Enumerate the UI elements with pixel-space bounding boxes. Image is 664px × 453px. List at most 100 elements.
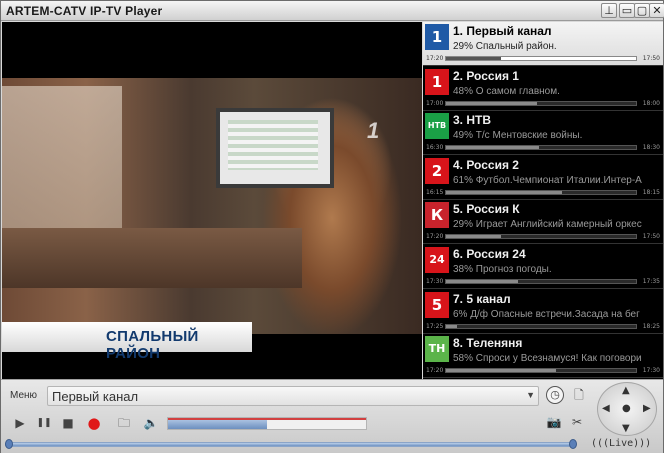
channel-name: 1. Первый канал [453, 24, 552, 38]
channel-name: 3. НТВ [453, 113, 492, 127]
control-panel: Меню Первый канал ▼ ◷ 🗋 ▶ ❚❚ ■ ● 🗀 🔈 📷 ✂… [1, 379, 663, 453]
maximize-button[interactable]: ▢ [634, 3, 650, 18]
close-button[interactable]: ✕ [649, 3, 664, 18]
program-progress-bar [445, 368, 637, 373]
program-progress-bar [445, 324, 637, 329]
channel-item[interactable]: НТВ 3. НТВ 49% Т/с Ментовские войны. 16:30 1… [423, 111, 663, 155]
channel-program: 58% Спроси у Всезнамуся! Как поговори [453, 353, 642, 364]
program-start-time: 16:30 [426, 144, 444, 151]
channel-item[interactable]: 2 4. Россия 2 61% Футбол.Чемпионат Италии.… [423, 156, 663, 200]
channel-program: 29% Спальный район. [453, 41, 557, 52]
program-progress-fill [446, 102, 538, 105]
folder-icon[interactable]: 🗀 [114, 413, 134, 433]
channel-program: 48% О самом главном. [453, 86, 560, 97]
nav-left-icon[interactable]: ◀ [602, 403, 610, 414]
program-start-time: 17:00 [426, 100, 444, 107]
channel-item[interactable]: 5 7. 5 канал 6% Д/ф Опасные встречи.Засада… [423, 290, 663, 334]
channel-program: 29% Играет Английский камерный оркес [453, 219, 642, 230]
channel-item[interactable]: 1 2. Россия 1 48% О самом главном. 17:00 18:… [423, 67, 663, 111]
channel-name: 8. Теленяня [453, 336, 523, 350]
program-end-time: 17:30 [642, 367, 660, 374]
program-progress-bar [445, 190, 637, 195]
channel-program: 61% Футбол.Чемпионат Италии.Интер-А [453, 175, 642, 186]
stop-button[interactable]: ■ [58, 413, 78, 433]
program-progress-bar [445, 145, 637, 150]
program-progress-bar [445, 56, 637, 61]
video-chyron: СПАЛЬНЫЙ РАЙОН [2, 322, 252, 362]
channel-logo-icon: НТВ [425, 113, 449, 139]
program-end-time: 18:15 [642, 189, 660, 196]
channel-item[interactable]: ТН 8. Теленяня 58% Спроси у Всезнамуся! Ка… [423, 334, 663, 378]
pause-button[interactable]: ❚❚ [34, 413, 54, 433]
program-end-time: 17:35 [642, 278, 660, 285]
channel-logo-icon: 2 [425, 158, 449, 184]
channel-name: 5. Россия К [453, 202, 520, 216]
snapshot-icon[interactable]: 📷 [544, 412, 564, 432]
nav-right-icon[interactable]: ▶ [643, 403, 651, 414]
nav-down-icon[interactable]: ▼ [622, 423, 630, 434]
app-window: ARTEM-CATV IP-TV Player ⊥ ▭ ▢ ✕ СПАЛЬНЫЙ… [0, 0, 664, 453]
program-progress-fill [446, 235, 502, 238]
nav-up-icon[interactable]: ▲ [622, 385, 630, 396]
channel-program: 49% Т/с Ментовские войны. [453, 130, 583, 141]
channel-select-value: Первый канал [52, 389, 139, 404]
channel-item[interactable]: 1 1. Первый канал 29% Спальный район. 17:20… [423, 22, 663, 66]
channel-logo-icon: 1 [425, 69, 449, 95]
video-area[interactable]: СПАЛЬНЫЙ РАЙОН 1 [2, 22, 422, 379]
program-start-time: 17:20 [426, 367, 444, 374]
program-progress-fill [446, 280, 519, 283]
program-start-time: 17:20 [426, 55, 444, 62]
settings-tools-icon[interactable]: ✂ [567, 412, 587, 432]
channel-program: 38% Прогноз погоды. [453, 264, 552, 275]
seek-handle-left[interactable] [5, 439, 13, 449]
volume-icon[interactable]: 🔈 [141, 413, 161, 433]
chevron-down-icon: ▼ [526, 390, 535, 400]
channel-list[interactable]: 1 1. Первый канал 29% Спальный район. 17:20… [423, 22, 663, 379]
program-progress-fill [446, 57, 502, 60]
program-progress-bar [445, 101, 637, 106]
video-frame: СПАЛЬНЫЙ РАЙОН 1 [2, 78, 422, 362]
program-start-time: 17:25 [426, 323, 444, 330]
program-end-time: 18:00 [642, 100, 660, 107]
program-progress-fill [446, 191, 562, 194]
channel-item[interactable]: К 5. Россия К 29% Играет Английский камерн… [423, 200, 663, 244]
window-title: ARTEM-CATV IP-TV Player [6, 4, 163, 18]
record-button[interactable]: ● [84, 413, 104, 433]
title-bar[interactable]: ARTEM-CATV IP-TV Player ⊥ ▭ ▢ ✕ [1, 1, 664, 21]
program-progress-bar [445, 279, 637, 284]
program-end-time: 18:25 [642, 323, 660, 330]
program-progress-fill [446, 146, 540, 149]
channel-name: 7. 5 канал [453, 292, 511, 306]
channel-name: 6. Россия 24 [453, 247, 526, 261]
seek-handle-right[interactable] [569, 439, 577, 449]
seek-bar[interactable] [5, 442, 575, 447]
channel-logo-icon: 24 [425, 247, 449, 273]
live-indicator[interactable]: (((Live))) [591, 438, 651, 449]
channel-logo-icon: К [425, 202, 449, 228]
channel-item[interactable]: 24 6. Россия 24 38% Прогноз погоды. 17:30 17… [423, 245, 663, 289]
program-end-time: 18:30 [642, 144, 660, 151]
chyron-text: СПАЛЬНЫЙ РАЙОН [106, 328, 199, 362]
program-progress-bar [445, 234, 637, 239]
channel-select[interactable]: Первый канал ▼ [47, 386, 539, 406]
program-start-time: 17:30 [426, 278, 444, 285]
program-start-time: 16:15 [426, 189, 444, 196]
program-end-time: 17:50 [642, 233, 660, 240]
channel-program: 6% Д/ф Опасные встречи.Засада на бег [453, 309, 640, 320]
play-button[interactable]: ▶ [10, 413, 30, 433]
program-progress-fill [446, 369, 557, 372]
navigation-pad[interactable]: ▲ ▼ ◀ ▶ ● [597, 382, 657, 436]
pin-icon[interactable]: ⊥ [601, 3, 617, 18]
volume-slider[interactable] [167, 417, 367, 430]
minimize-button[interactable]: ▭ [619, 3, 635, 18]
document-icon[interactable]: 🗋 [569, 385, 589, 405]
nav-center-icon[interactable]: ● [622, 403, 631, 414]
channel-name: 2. Россия 1 [453, 69, 519, 83]
channel-logo-icon: 1 [425, 24, 449, 50]
program-end-time: 17:50 [642, 55, 660, 62]
channel-logo-icon: 5 [425, 292, 449, 318]
clock-icon[interactable]: ◷ [546, 386, 564, 404]
menu-button[interactable]: Меню [10, 390, 37, 401]
channel-name: 4. Россия 2 [453, 158, 519, 172]
program-progress-fill [446, 325, 458, 328]
